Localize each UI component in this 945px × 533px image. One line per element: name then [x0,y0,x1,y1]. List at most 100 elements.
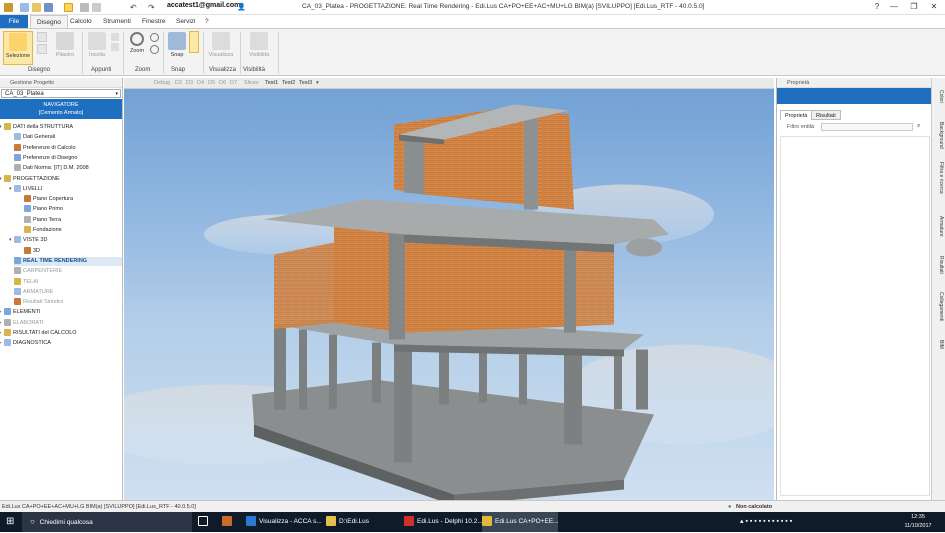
tab-risultati[interactable]: Risultati [811,110,841,120]
d4-button[interactable]: D4 [197,78,204,89]
side-tab-collegamenti[interactable]: Collegamenti [934,292,944,321]
tab-help[interactable]: ? [199,15,215,28]
visibilita-button[interactable]: Visibilità [244,32,274,58]
tree-item[interactable]: ▾ PROGETTAZIONE [0,174,122,184]
taskbar-app-visualizza[interactable]: Visualizza - ACCA s... [246,512,322,532]
quick-tool-icon[interactable] [80,3,89,12]
zoom-button[interactable]: Zoom [126,32,148,54]
app-icon[interactable] [222,512,235,532]
tree-item[interactable]: ▾ LIVELLI [9,184,122,194]
selezione-button[interactable]: Selezione [3,31,33,65]
d3-button[interactable]: D3 [186,78,193,89]
tree-item[interactable]: Preferenze di Calcolo [14,143,122,153]
quick-open-icon[interactable] [32,3,41,12]
tab-disegno[interactable]: Disegno [30,15,68,28]
tree-item[interactable]: Preferenze di Disegno [14,153,122,163]
search-box[interactable]: ○ Chiedimi qualcosa [22,512,192,532]
tree-item[interactable]: Piano Primo [24,205,122,214]
side-tab-risultati[interactable]: Risultati [934,256,944,274]
tab-servizi[interactable]: Servizi [170,15,202,28]
expand-icon[interactable]: ▸ [0,319,2,328]
quick-new-icon[interactable] [20,3,29,12]
draw-tool-icon[interactable] [37,32,47,42]
pilastro-button[interactable]: Pilastro [52,32,78,58]
snap-toggle-icon[interactable] [189,31,199,53]
zoom-window-icon[interactable] [150,33,159,42]
quick-tool2-icon[interactable] [92,3,101,12]
collapse-icon[interactable]: ▾ [0,123,2,132]
minimize-button[interactable]: — [887,2,901,12]
tab-strumenti[interactable]: Strumenti [97,15,137,28]
test3-button[interactable]: Test3 [299,78,312,89]
quick-select-icon[interactable] [64,3,73,12]
side-tab-bim[interactable]: BIM [934,340,944,349]
copy-icon[interactable] [111,43,119,51]
side-tab-filtra[interactable]: Filtra e ricerca [934,162,944,194]
collapse-icon[interactable]: ▾ [9,236,12,245]
tree-item[interactable]: Risultati Sintetici [14,298,122,307]
side-tab-colori[interactable]: Colori [934,90,944,103]
expand-icon[interactable]: ▸ [0,308,2,317]
tab-calcolo[interactable]: Calcolo [64,15,98,28]
tree-item[interactable]: CARPENTERIE [14,267,122,276]
tree-item[interactable]: Piano Terra [24,215,122,225]
test2-button[interactable]: Test2 [282,78,295,89]
maximize-button[interactable]: ❐ [907,2,921,12]
d7-button[interactable]: D7 [230,78,237,89]
snap-button[interactable]: Snap [166,32,188,58]
tree-item[interactable]: ▸ ELABORATI [0,318,122,328]
d5-button[interactable]: D5 [208,78,215,89]
visualizza-button[interactable]: Visualizza [206,32,236,58]
redo-icon[interactable]: ↷ [148,3,157,12]
d6-button[interactable]: D6 [219,78,226,89]
project-combo[interactable]: CA_03_Platea ▾ [1,89,121,98]
zoom-all-icon[interactable] [150,45,159,54]
tree-item[interactable]: ▾ VISTE 3D [9,236,122,245]
tree-node-icon [14,298,21,306]
collapse-icon[interactable]: ▾ [9,185,12,194]
filter-select[interactable] [821,123,913,131]
tree-item[interactable]: ▾ DATI della STRUTTURA [0,123,122,132]
tree-item[interactable]: Piano Copertura [24,195,122,204]
d2-button[interactable]: D2 [175,78,182,89]
test1-button[interactable]: Test1 [265,78,278,89]
search-icon[interactable]: ⌕ [917,123,920,130]
incolla-button[interactable]: Incolla [85,32,109,58]
close-button[interactable]: ✕ [927,2,941,12]
tab-finestre[interactable]: Finestre [136,15,171,28]
tree-item[interactable]: TELAI [14,277,122,287]
side-tab-background[interactable]: Background [934,122,944,149]
collapse-icon[interactable]: ▾ [0,175,2,184]
tab-file[interactable]: File [0,15,28,28]
task-view-icon[interactable] [198,512,211,532]
slices-button[interactable]: Slices [244,78,259,89]
chevron-down-icon[interactable]: ▾ [316,78,319,89]
tree-item[interactable]: ▸ RISULTATI del CALCOLO [0,329,122,338]
tree-item[interactable]: Dati Norma: [IT] D.M. 2008 [14,164,122,173]
tree-item[interactable]: REAL TIME RENDERING [14,256,122,266]
user-icon[interactable]: 👤 [237,3,246,12]
tray-icons[interactable]: ▴ ▪ ▪ ▪ ▪ ▪ ▪ ▪ ▪ ▪ ▪ ▪ [740,512,792,532]
taskbar-app-delphi[interactable]: Edi.Lus - Delphi 10.2... [404,512,483,532]
tree-item[interactable]: Dati Generali [14,133,122,142]
expand-icon[interactable]: ▸ [0,329,2,338]
tree-item[interactable]: ▸ DIAGNOSTICA [0,339,122,348]
clock[interactable]: 12:35 11/10/2017 [898,512,938,532]
taskbar-app-edilus[interactable]: Edi.Lus CA+PO+EE... [482,512,559,532]
tree-item[interactable]: 3D [24,246,122,256]
quick-save-icon[interactable] [44,3,53,12]
windows-start-icon[interactable]: ⊞ [6,512,14,532]
expand-icon[interactable]: ▸ [0,339,2,348]
help-button[interactable]: ? [870,2,884,12]
tree-item[interactable]: ARMATURE [14,287,122,297]
debug-button[interactable]: Debug [154,78,170,89]
tree-item[interactable]: Fondazione [24,226,122,235]
side-tab-armature[interactable]: Armature [934,216,944,237]
draw-tool2-icon[interactable] [37,44,47,54]
taskbar-app-explorer[interactable]: D:\Edi.Lus [326,512,398,532]
tree-item[interactable]: ▸ ELEMENTI [0,308,122,317]
cut-icon[interactable] [111,33,119,41]
undo-icon[interactable]: ↶ [130,3,139,12]
render-viewport[interactable]: Debug D2 D3 D4 D5 D6 D7 Slices Test1 Tes… [124,78,774,500]
tab-proprieta[interactable]: Proprietà [780,110,813,120]
